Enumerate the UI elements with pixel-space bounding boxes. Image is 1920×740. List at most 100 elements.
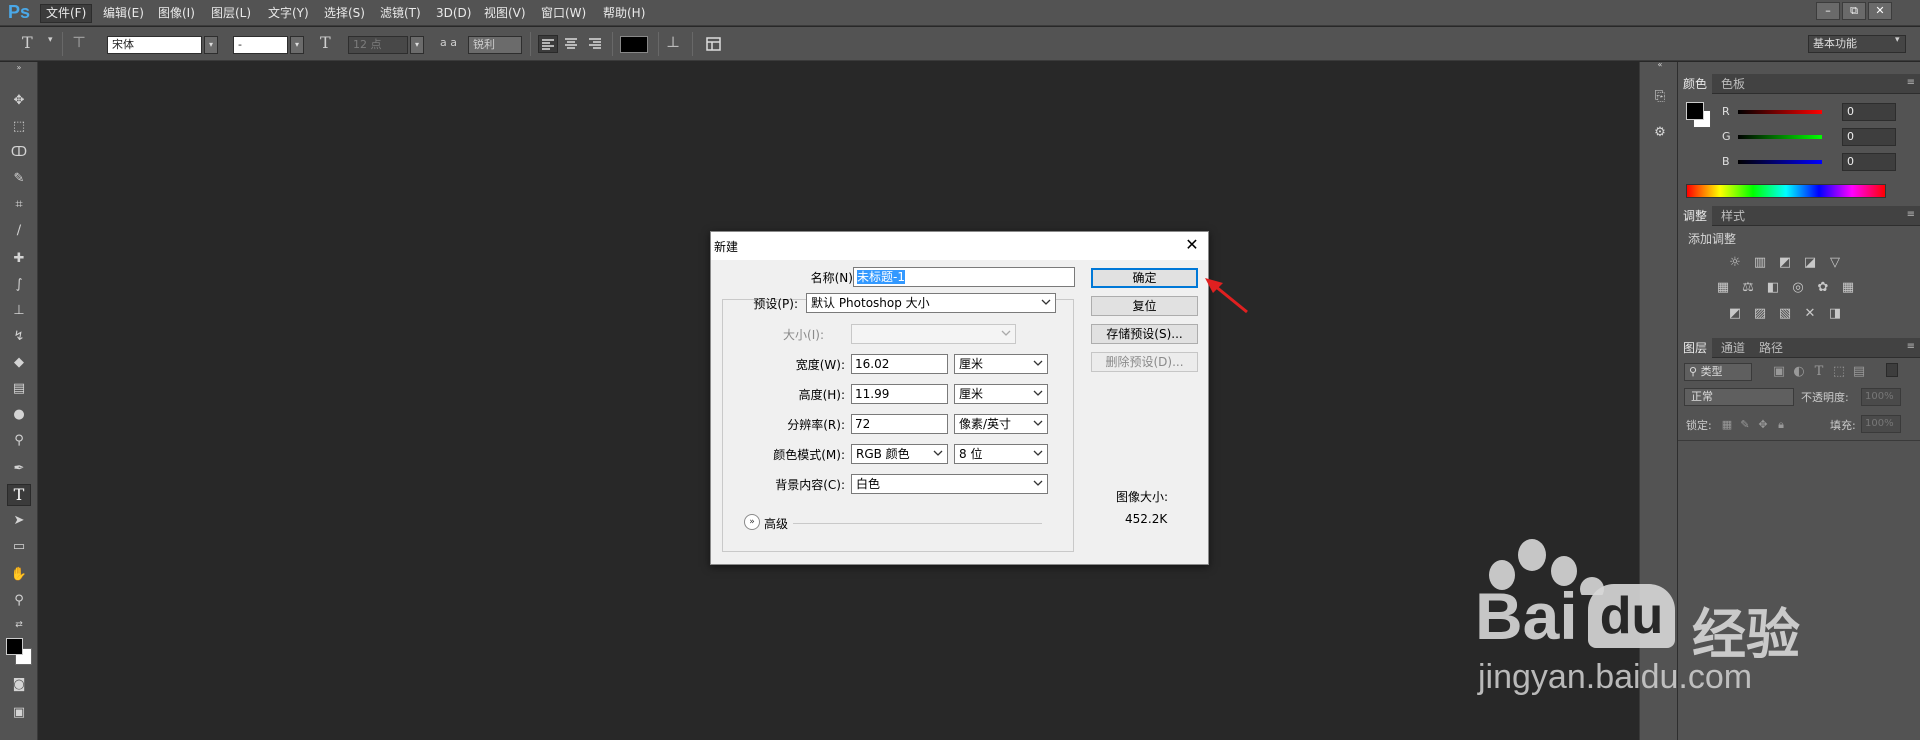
fill-field[interactable]: 100%	[1861, 415, 1901, 433]
preset-select[interactable]: 默认 Photoshop 大小	[806, 293, 1056, 313]
width-unit-select[interactable]: 厘米	[954, 354, 1048, 374]
chevron-down-icon[interactable]: ▾	[48, 35, 53, 45]
filter-toggle[interactable]	[1886, 363, 1898, 377]
tab-channels[interactable]: 通道	[1716, 338, 1750, 358]
gradient-map-icon[interactable]: ◨	[1826, 306, 1844, 322]
type-tool-preset-icon[interactable]: T	[22, 33, 33, 52]
panel-menu-icon[interactable]: ≡	[1907, 77, 1915, 88]
font-family-arrow[interactable]: ▾	[204, 36, 218, 54]
tab-adjustments[interactable]: 调整	[1678, 206, 1713, 226]
collapse-toolbar-icon[interactable]: »	[7, 63, 31, 73]
width-input[interactable]: 16.02	[851, 354, 948, 374]
invert-icon[interactable]: ◩	[1726, 306, 1744, 322]
filter-pixel-icon[interactable]: ▣	[1770, 364, 1788, 380]
hue-saturation-icon[interactable]: ▦	[1714, 280, 1732, 296]
healing-brush-tool-icon[interactable]: ✚	[7, 248, 31, 270]
lock-all-icon[interactable]: 🔒︎	[1772, 417, 1790, 433]
path-select-tool-icon[interactable]: ➤	[7, 510, 31, 532]
brush-tool-icon[interactable]: ∫	[7, 274, 31, 296]
tab-layers[interactable]: 图层	[1678, 338, 1713, 358]
close-icon[interactable]: ✕	[1182, 235, 1202, 255]
expand-panels-icon[interactable]: «	[1649, 60, 1671, 70]
eyedropper-tool-icon[interactable]: ∕	[7, 220, 31, 242]
font-style-select[interactable]: -	[233, 36, 288, 54]
hand-tool-icon[interactable]: ✋	[7, 564, 31, 586]
curves-icon[interactable]: ◩	[1776, 255, 1794, 271]
exposure-icon[interactable]: ◪	[1801, 255, 1819, 271]
menu-select[interactable]: 选择(S)	[319, 4, 370, 23]
workspace-select[interactable]: 基本功能	[1808, 35, 1906, 53]
resolution-unit-select[interactable]: 像素/英寸	[954, 414, 1048, 434]
font-style-arrow[interactable]: ▾	[290, 36, 304, 54]
slider-g-track[interactable]	[1738, 135, 1822, 139]
filter-smart-icon[interactable]: ▤	[1850, 364, 1868, 380]
crop-tool-icon[interactable]: ⌗	[7, 194, 31, 216]
pen-tool-icon[interactable]: ✒	[7, 458, 31, 480]
color-balance-icon[interactable]: ⚖	[1739, 280, 1757, 296]
antialias-select[interactable]: 锐利	[468, 36, 522, 54]
menu-image[interactable]: 图像(I)	[153, 4, 200, 23]
resolution-input[interactable]: 72	[851, 414, 948, 434]
align-right-icon[interactable]	[586, 35, 606, 53]
menu-edit[interactable]: 编辑(E)	[98, 4, 149, 23]
filter-shape-icon[interactable]: ⬚	[1830, 364, 1848, 380]
restore-button[interactable]: ⧉	[1842, 2, 1866, 20]
properties-panel-icon[interactable]: ⚙	[1649, 122, 1671, 144]
black-white-icon[interactable]: ◧	[1764, 280, 1782, 296]
dodge-tool-icon[interactable]: ⚲	[7, 430, 31, 452]
tab-swatches[interactable]: 色板	[1716, 74, 1750, 94]
shape-tool-icon[interactable]: ▭	[7, 536, 31, 558]
character-panel-icon[interactable]	[706, 36, 722, 55]
slider-r-track[interactable]	[1738, 110, 1822, 114]
quick-select-tool-icon[interactable]: ✎	[7, 168, 31, 190]
menu-view[interactable]: 视图(V)	[479, 4, 531, 23]
vibrance-icon[interactable]: ▽	[1826, 255, 1844, 271]
font-family-select[interactable]: 宋体	[107, 36, 202, 54]
menu-window[interactable]: 窗口(W)	[536, 4, 591, 23]
stamp-tool-icon[interactable]: ⊥	[7, 300, 31, 322]
photo-filter-icon[interactable]: ◎	[1789, 280, 1807, 296]
menu-type[interactable]: 文字(Y)	[263, 4, 314, 23]
name-input[interactable]: 未标题-1	[853, 267, 1075, 287]
size-select[interactable]	[851, 324, 1016, 344]
text-color-swatch[interactable]	[620, 36, 648, 53]
levels-icon[interactable]: ▥	[1751, 255, 1769, 271]
history-brush-tool-icon[interactable]: ↯	[7, 326, 31, 348]
align-center-icon[interactable]	[562, 35, 582, 53]
height-input[interactable]: 11.99	[851, 384, 948, 404]
align-left-icon[interactable]	[538, 35, 558, 53]
slider-r-value[interactable]: 0	[1842, 103, 1896, 121]
slider-b-value[interactable]: 0	[1842, 153, 1896, 171]
channel-mixer-icon[interactable]: ✿	[1814, 280, 1832, 296]
marquee-tool-icon[interactable]: ⬚	[7, 116, 31, 138]
background-select[interactable]: 白色	[851, 474, 1048, 494]
blend-mode-select[interactable]: 正常	[1684, 388, 1794, 406]
history-panel-icon[interactable]: ⎘	[1649, 86, 1671, 108]
posterize-icon[interactable]: ▨	[1751, 306, 1769, 322]
color-spectrum-bar[interactable]	[1686, 184, 1886, 198]
layer-filter-select[interactable]: ⚲ 类型	[1684, 363, 1752, 381]
threshold-icon[interactable]: ▧	[1776, 306, 1794, 322]
menu-file[interactable]: 文件(F)	[40, 4, 93, 23]
height-unit-select[interactable]: 厘米	[954, 384, 1048, 404]
minimize-button[interactable]: –	[1816, 2, 1840, 20]
swap-colors-icon[interactable]: ⇄	[7, 614, 31, 636]
color-foreground-swatch[interactable]	[1686, 102, 1704, 120]
menu-filter[interactable]: 滤镜(T)	[375, 4, 426, 23]
menu-layer[interactable]: 图层(L)	[206, 4, 256, 23]
color-lookup-icon[interactable]: ▦	[1839, 280, 1857, 296]
close-window-button[interactable]: ✕	[1868, 2, 1892, 20]
menu-3d[interactable]: 3D(D)	[431, 4, 476, 23]
gradient-tool-icon[interactable]: ▤	[7, 378, 31, 400]
tab-color[interactable]: 颜色	[1678, 74, 1713, 94]
lock-position-icon[interactable]: ✥	[1754, 417, 1772, 433]
slider-b-track[interactable]	[1738, 160, 1822, 164]
foreground-color-swatch[interactable]	[6, 638, 23, 655]
menu-help[interactable]: 帮助(H)	[598, 4, 650, 23]
lock-pixels-icon[interactable]: ✎	[1736, 417, 1754, 433]
font-size-field[interactable]: 12 点	[348, 36, 408, 54]
filter-adjust-icon[interactable]: ◐	[1790, 364, 1808, 380]
panel-menu-icon[interactable]: ≡	[1907, 341, 1915, 352]
brightness-icon[interactable]: ☼	[1726, 255, 1744, 271]
tab-paths[interactable]: 路径	[1754, 338, 1788, 358]
